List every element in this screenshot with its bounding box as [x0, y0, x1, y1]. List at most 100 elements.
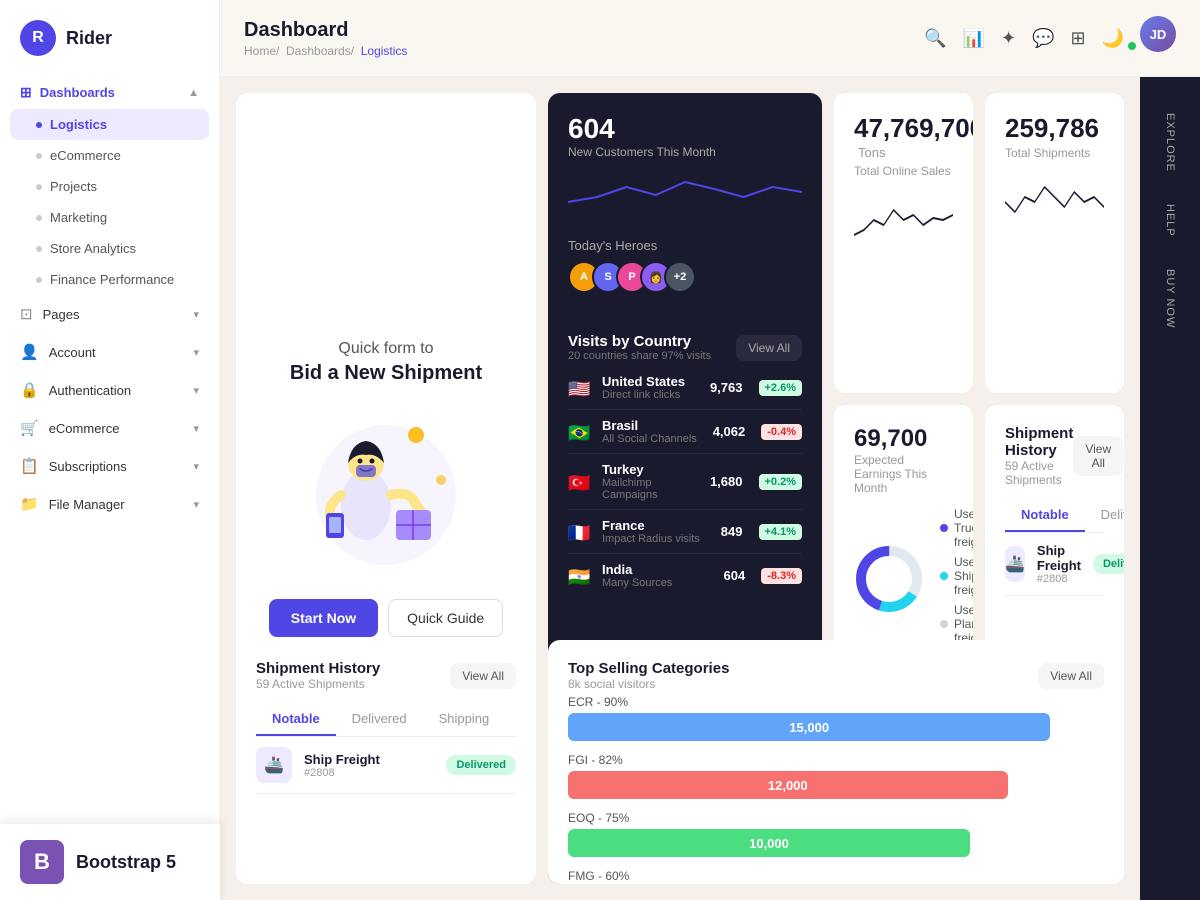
sidebar-item-store-analytics[interactable]: Store Analytics — [0, 233, 219, 264]
finance-dot — [36, 277, 42, 283]
sh-ext-subtitle: 59 Active Shipments — [256, 677, 380, 691]
ship-freight-icon: 🚢 — [1005, 546, 1025, 582]
top-selling-view-all[interactable]: View All — [1038, 663, 1104, 689]
bottom-overlay: Shipment History 59 Active Shipments Vie… — [220, 640, 1140, 900]
donut-chart — [854, 544, 924, 614]
sh-ext-view-all[interactable]: View All — [450, 663, 516, 689]
dashboards-label: Dashboards — [40, 85, 115, 100]
ecommerce-group[interactable]: 🛒 eCommerce ▾ — [0, 409, 219, 447]
truck-legend: Used Truck freight 45% — [940, 507, 973, 549]
country-info-fr: France Impact Radius visits — [602, 518, 711, 545]
avatar-wrapper: JD — [1140, 16, 1176, 60]
ship-freight-info: Ship Freight #2808 — [1037, 543, 1081, 585]
flag-us: 🇺🇸 — [568, 379, 592, 397]
file-manager-chevron: ▾ — [193, 498, 199, 511]
bar-label-ecr: ECR - 90% — [568, 695, 1104, 709]
moon-icon[interactable]: 🌙 — [1102, 28, 1124, 49]
pages-chevron: ▾ — [193, 308, 199, 321]
header: Dashboard Home/ Dashboards/ Logistics 🔍 … — [220, 0, 1200, 77]
customers-label: New Customers This Month — [568, 145, 802, 159]
file-manager-group[interactable]: 📁 File Manager ▾ — [0, 485, 219, 523]
page-title: Dashboard — [244, 19, 407, 42]
projects-label: Projects — [50, 179, 97, 194]
shipment-illustration — [296, 405, 476, 565]
countries-view-all[interactable]: View All — [736, 335, 802, 361]
dashboards-section[interactable]: ⊞ Dashboards ▲ — [0, 76, 219, 109]
breadcrumb-current: Logistics — [361, 44, 408, 58]
search-icon[interactable]: 🔍 — [924, 28, 946, 49]
sidebar-logo[interactable]: R Rider — [0, 20, 219, 76]
chart-icon[interactable]: 📊 — [963, 28, 985, 49]
bootstrap-badge: B Bootstrap 5 — [0, 824, 220, 900]
total-sales-label: Total Online Sales — [854, 164, 953, 178]
shipment-history-view-all[interactable]: View All — [1073, 436, 1123, 476]
ecommerce-label: eCommerce — [50, 148, 121, 163]
account-group[interactable]: 👤 Account ▾ — [0, 333, 219, 371]
grid-icon[interactable]: ⊞ — [1070, 28, 1085, 49]
sh-ext-tab-notable[interactable]: Notable — [256, 703, 336, 736]
pages-label: Pages — [43, 307, 80, 322]
shipment-history-title: Shipment History — [1005, 425, 1073, 459]
total-shipments-value: 259,786 — [1005, 113, 1104, 144]
sidebar-item-logistics[interactable]: Logistics — [10, 109, 209, 140]
settings-icon[interactable]: ✦ — [1001, 28, 1016, 49]
store-analytics-dot — [36, 246, 42, 252]
sidebar-item-projects[interactable]: Projects — [0, 171, 219, 202]
authentication-group[interactable]: 🔒 Authentication ▾ — [0, 371, 219, 409]
user-avatar[interactable]: JD — [1140, 16, 1176, 52]
breadcrumb: Home/ Dashboards/ Logistics — [244, 44, 407, 58]
country-source-in: Many Sources — [602, 577, 714, 589]
country-row-br: 🇧🇷 Brasil All Social Channels 4,062 -0.4… — [568, 410, 802, 454]
country-change-fr: +4.1% — [759, 524, 803, 540]
top-selling-card: Top Selling Categories 8k social visitor… — [548, 640, 1124, 884]
start-now-button[interactable]: Start Now — [269, 599, 378, 637]
country-source-br: All Social Channels — [602, 433, 703, 445]
countries-header: Visits by Country 20 countries share 97%… — [568, 333, 802, 362]
header-right: 🔍 📊 ✦ 💬 ⊞ 🌙 JD — [924, 16, 1176, 60]
bootstrap-label: Bootstrap 5 — [76, 852, 176, 873]
donut-wrapper: Used Truck freight 45% Used Ship freight — [854, 507, 953, 651]
country-row-us: 🇺🇸 United States Direct link clicks 9,76… — [568, 366, 802, 410]
tab-notable[interactable]: Notable — [1005, 499, 1085, 532]
bar-fgi: 12,000 — [568, 771, 1008, 799]
ecommerce-group-chevron: ▾ — [193, 422, 199, 435]
logistics-label: Logistics — [50, 117, 107, 132]
plane-dot — [940, 620, 948, 628]
quick-guide-button[interactable]: Quick Guide — [388, 599, 503, 637]
marketing-dot — [36, 215, 42, 221]
sh-ext-tab-shipping[interactable]: Shipping — [423, 703, 506, 736]
avatars-row: A S P 👩 +2 — [568, 261, 802, 293]
country-info-in: India Many Sources — [602, 562, 714, 589]
sh-ext-title: Shipment History — [256, 660, 380, 677]
ship-legend: Used Ship freight 21% — [940, 555, 973, 597]
flag-fr: 🇫🇷 — [568, 523, 592, 541]
heroes-label: Today's Heroes — [568, 238, 802, 253]
message-icon[interactable]: 💬 — [1032, 28, 1054, 49]
tab-delivered[interactable]: Delivered — [1085, 499, 1124, 532]
pages-group[interactable]: ⊡ Pages ▾ — [0, 295, 219, 333]
shipment-item-1: 🚢 Ship Freight #2808 Delivered — [1005, 533, 1104, 596]
explore-label[interactable]: Explore — [1164, 97, 1176, 188]
sh-ext-header: Shipment History 59 Active Shipments Vie… — [256, 660, 516, 691]
country-name-in: India — [602, 562, 714, 577]
subscriptions-group[interactable]: 📋 Subscriptions ▾ — [0, 447, 219, 485]
help-label[interactable]: Help — [1164, 188, 1176, 253]
sidebar-item-finance[interactable]: Finance Performance — [0, 264, 219, 295]
ship-freight-name: Ship Freight — [1037, 543, 1081, 573]
sh-ext-item-1: 🚢 Ship Freight #2808 Delivered — [256, 737, 516, 794]
dashboards-icon: ⊞ — [20, 84, 32, 101]
bar-ecr: 15,000 — [568, 713, 1050, 741]
flag-tr: 🇹🇷 — [568, 473, 592, 491]
stats-row: 47,769,700 Tons Total Online Sales — [834, 93, 1124, 393]
sh-ext-icon-1: 🚢 — [256, 747, 292, 783]
total-sales-card: 47,769,700 Tons Total Online Sales — [834, 93, 973, 393]
sh-ext-tab-delivered[interactable]: Delivered — [336, 703, 423, 736]
sidebar-item-ecommerce[interactable]: eCommerce — [0, 140, 219, 171]
earnings-value: 69,700 — [854, 425, 953, 453]
sidebar-item-marketing[interactable]: Marketing — [0, 202, 219, 233]
subscriptions-chevron: ▾ — [193, 460, 199, 473]
shipment-buttons: Start Now Quick Guide — [269, 599, 503, 637]
flag-in: 🇮🇳 — [568, 567, 592, 585]
truck-dot — [940, 524, 948, 532]
buy-now-label[interactable]: Buy now — [1164, 253, 1176, 344]
